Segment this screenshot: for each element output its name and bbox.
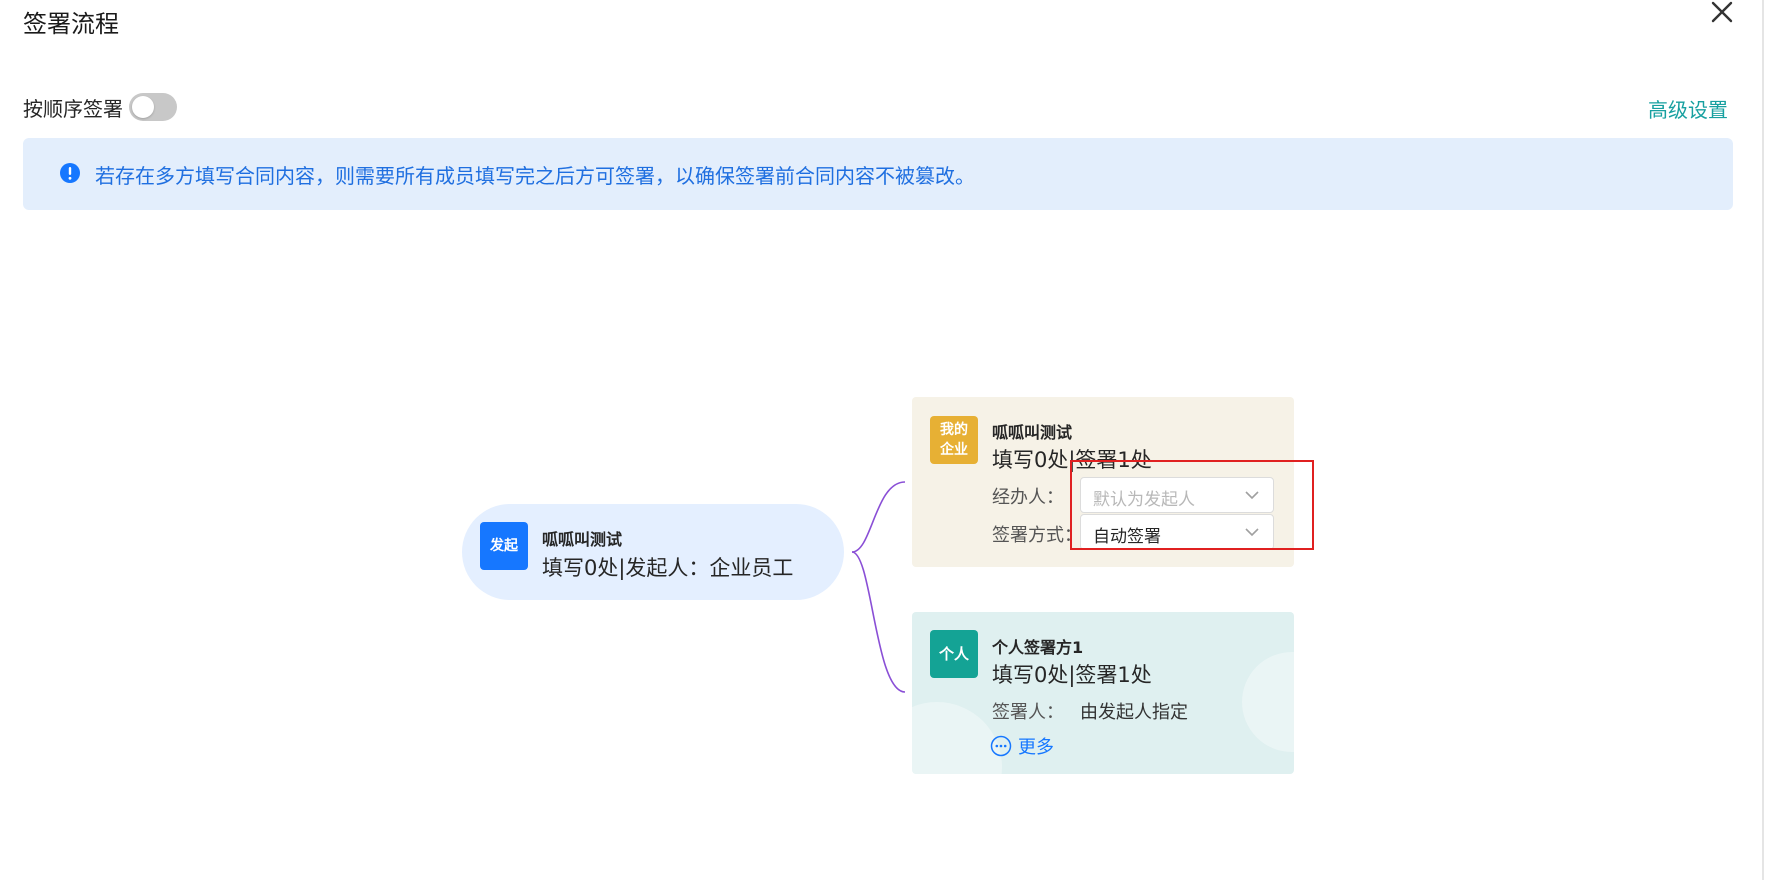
person-badge: 个人 bbox=[930, 630, 978, 678]
more-button[interactable]: 更多 bbox=[990, 734, 1054, 758]
flow-connector bbox=[851, 481, 906, 693]
start-node-summary: 填写0处|发起人：企业员工 bbox=[542, 556, 794, 580]
notice-text: 若存在多方填写合同内容，则需要所有成员填写完之后方可签署，以确保签署前合同内容不… bbox=[95, 164, 975, 188]
enterprise-badge: 我的企业 bbox=[930, 416, 978, 464]
toggle-knob bbox=[132, 96, 154, 118]
start-node-name: 呱呱叫测试 bbox=[542, 530, 623, 549]
advanced-settings-link[interactable]: 高级设置 bbox=[1648, 94, 1728, 123]
decorative-glow bbox=[1242, 652, 1294, 752]
sequential-sign-row: 按顺序签署 bbox=[23, 90, 177, 124]
dialog-title: 签署流程 bbox=[23, 10, 119, 38]
info-icon bbox=[60, 163, 80, 183]
chevron-down-icon bbox=[1245, 528, 1259, 537]
handler-label: 经办人： bbox=[992, 487, 1064, 508]
enterprise-signer-card[interactable]: 我的企业 呱呱叫测试 填写0处|签署1处 经办人： 默认为发起人 签署方式： 自… bbox=[912, 397, 1294, 567]
more-label: 更多 bbox=[1018, 737, 1054, 758]
sequential-sign-label: 按顺序签署 bbox=[23, 96, 123, 121]
enterprise-summary: 填写0处|签署1处 bbox=[992, 448, 1152, 472]
close-icon bbox=[1711, 1, 1733, 23]
start-node[interactable]: 发起 呱呱叫测试 填写0处|发起人：企业员工 bbox=[462, 504, 844, 600]
sign-method-value: 自动签署 bbox=[1093, 527, 1161, 547]
handler-placeholder: 默认为发起人 bbox=[1093, 490, 1195, 510]
chevron-down-icon bbox=[1245, 491, 1259, 500]
notice-banner: 若存在多方填写合同内容，则需要所有成员填写完之后方可签署，以确保签署前合同内容不… bbox=[23, 138, 1733, 210]
signer-label: 签署人： bbox=[992, 702, 1064, 723]
close-button[interactable] bbox=[1705, 0, 1739, 28]
personal-signer-card[interactable]: 个人 个人签署方1 填写0处|签署1处 签署人： 由发起人指定 更多 bbox=[912, 612, 1294, 774]
more-icon bbox=[990, 735, 1012, 757]
sign-method-select[interactable]: 自动签署 bbox=[1080, 514, 1274, 550]
decorative-glow bbox=[912, 702, 1002, 774]
dialog-edge bbox=[1762, 0, 1764, 880]
sign-method-label: 签署方式： bbox=[992, 525, 1082, 546]
person-name: 个人签署方1 bbox=[992, 638, 1084, 657]
sequential-sign-toggle[interactable] bbox=[129, 93, 177, 121]
enterprise-name: 呱呱叫测试 bbox=[992, 423, 1073, 442]
person-summary: 填写0处|签署1处 bbox=[992, 663, 1152, 687]
signer-value: 由发起人指定 bbox=[1080, 702, 1188, 723]
start-badge: 发起 bbox=[480, 522, 528, 570]
handler-select[interactable]: 默认为发起人 bbox=[1080, 477, 1274, 513]
sign-flow-dialog: 签署流程 按顺序签署 高级设置 若存在多方填写合同内容，则需要所有成员填写完之后… bbox=[0, 0, 1765, 880]
